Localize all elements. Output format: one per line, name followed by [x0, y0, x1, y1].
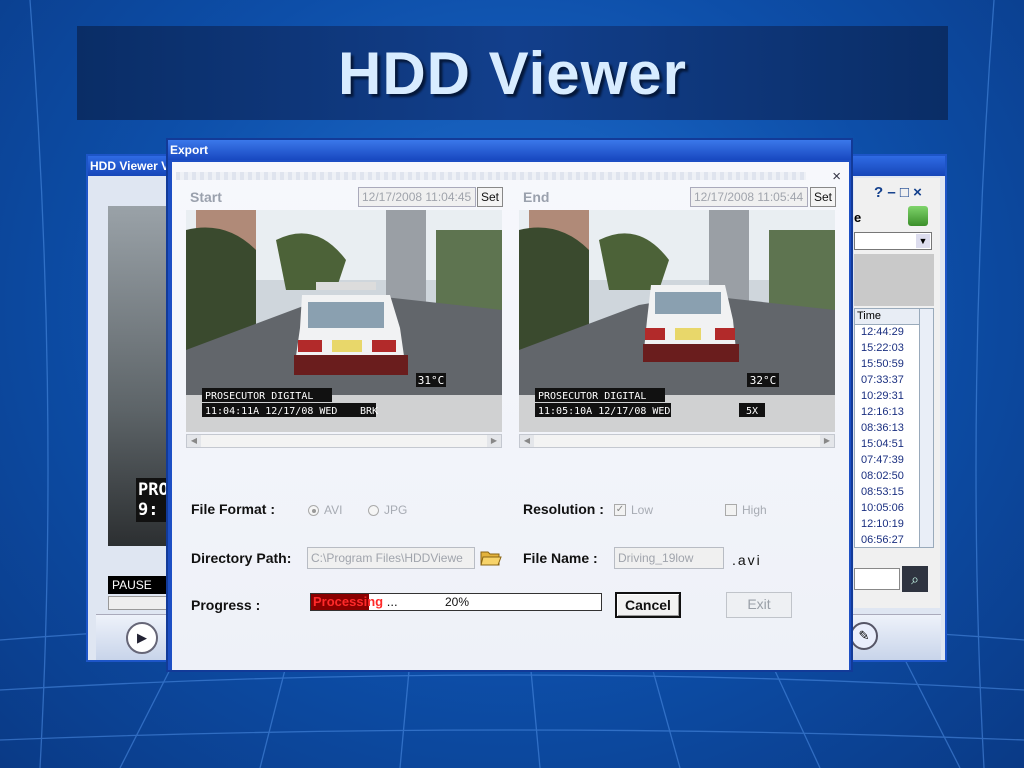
- progress-percent: 20%: [445, 595, 470, 609]
- progress-bar: Processing ... 20%: [310, 593, 602, 611]
- folder-open-icon[interactable]: [480, 549, 502, 567]
- resolution-label: Resolution :: [523, 501, 604, 517]
- start-timeline-scrollbar[interactable]: ◀ ▶: [186, 434, 502, 448]
- start-overlay-tag: BRK: [360, 406, 378, 417]
- start-set-button[interactable]: Set: [477, 187, 503, 207]
- start-overlay-line2: 11:04:11A 12/17/08 WED: [205, 406, 337, 417]
- directory-path-field[interactable]: C:\Program Files\HDDViewe: [307, 547, 475, 569]
- radio-selected-icon: [308, 504, 319, 516]
- time-list-scrollbar[interactable]: [919, 309, 933, 547]
- play-button[interactable]: ▶: [126, 622, 158, 654]
- start-overlay-line1: PROSECUTOR DIGITAL: [205, 391, 313, 402]
- resolution-low-checkbox[interactable]: ✓ Low: [614, 503, 653, 517]
- file-name-label: File Name :: [523, 550, 598, 566]
- drive-select[interactable]: ▼: [854, 232, 932, 250]
- checkbox-checked-icon: ✓: [614, 504, 626, 516]
- file-name-field[interactable]: Driving_19low: [614, 547, 724, 569]
- end-timestamp: 12/17/2008 11:05:44: [690, 187, 808, 207]
- scroll-right-icon[interactable]: ▶: [820, 435, 834, 447]
- format-jpg-radio[interactable]: JPG: [368, 503, 407, 517]
- progress-status: Processing ...: [313, 594, 398, 609]
- close-icon[interactable]: ×: [832, 168, 841, 185]
- directory-path-label: Directory Path:: [191, 550, 292, 566]
- slide-title: HDD Viewer: [337, 39, 688, 107]
- end-label: End: [523, 189, 550, 205]
- checkbox-unchecked-icon: [725, 504, 737, 516]
- exit-button[interactable]: Exit: [726, 592, 792, 618]
- tools-icon[interactable]: ✎: [850, 622, 878, 650]
- end-video-frame: 32°C PROSECUTOR DIGITAL 11:05:10A 12/17/…: [519, 210, 835, 432]
- progress-label: Progress :: [191, 597, 261, 613]
- header-strip: [176, 172, 806, 180]
- format-avi-radio[interactable]: AVI: [308, 503, 342, 517]
- export-dialog-body: × Start 12/17/2008 11:04:45 Set 31°C PRO…: [172, 162, 849, 670]
- end-timeline-scrollbar[interactable]: ◀ ▶: [519, 434, 835, 448]
- pause-status: PAUSE: [108, 576, 170, 594]
- start-timestamp: 12/17/2008 11:04:45: [358, 187, 476, 207]
- end-overlay-tag: 5X: [746, 406, 758, 417]
- chevron-down-icon: ▼: [916, 234, 930, 248]
- end-temperature: 32°C: [750, 374, 777, 387]
- file-format-label: File Format :: [191, 501, 276, 517]
- info-box: [854, 254, 934, 306]
- slide-title-banner: HDD Viewer: [77, 26, 948, 120]
- start-temperature: 31°C: [418, 374, 445, 387]
- scroll-right-icon[interactable]: ▶: [487, 435, 501, 447]
- refresh-icon[interactable]: [908, 206, 928, 226]
- quantity-stepper[interactable]: [854, 568, 900, 590]
- resolution-high-checkbox[interactable]: High: [725, 503, 767, 517]
- cancel-button[interactable]: Cancel: [615, 592, 681, 618]
- video-scrollbar[interactable]: [108, 596, 170, 610]
- export-dialog: Export × Start 12/17/2008 11:04:45 Set 3…: [166, 138, 853, 672]
- scroll-left-icon[interactable]: ◀: [187, 435, 201, 447]
- export-dialog-title: Export: [168, 140, 851, 160]
- window-controls[interactable]: ? – □ ×: [874, 184, 922, 201]
- start-video-frame: 31°C PROSECUTOR DIGITAL 11:04:11A 12/17/…: [186, 210, 502, 432]
- file-extension: .avi: [732, 552, 762, 568]
- radio-unselected-icon: [368, 504, 379, 516]
- time-list[interactable]: Time 12:44:29 15:22:03 15:50:59 07:33:37 10:…: [854, 308, 934, 548]
- end-overlay-line1: PROSECUTOR DIGITAL: [538, 391, 646, 402]
- start-label: Start: [190, 189, 222, 205]
- scroll-left-icon[interactable]: ◀: [520, 435, 534, 447]
- search-button[interactable]: ⌕: [902, 566, 928, 592]
- end-overlay-line2: 11:05:10A 12/17/08 WED: [538, 406, 670, 417]
- panel-label: e: [854, 210, 862, 225]
- end-set-button[interactable]: Set: [810, 187, 836, 207]
